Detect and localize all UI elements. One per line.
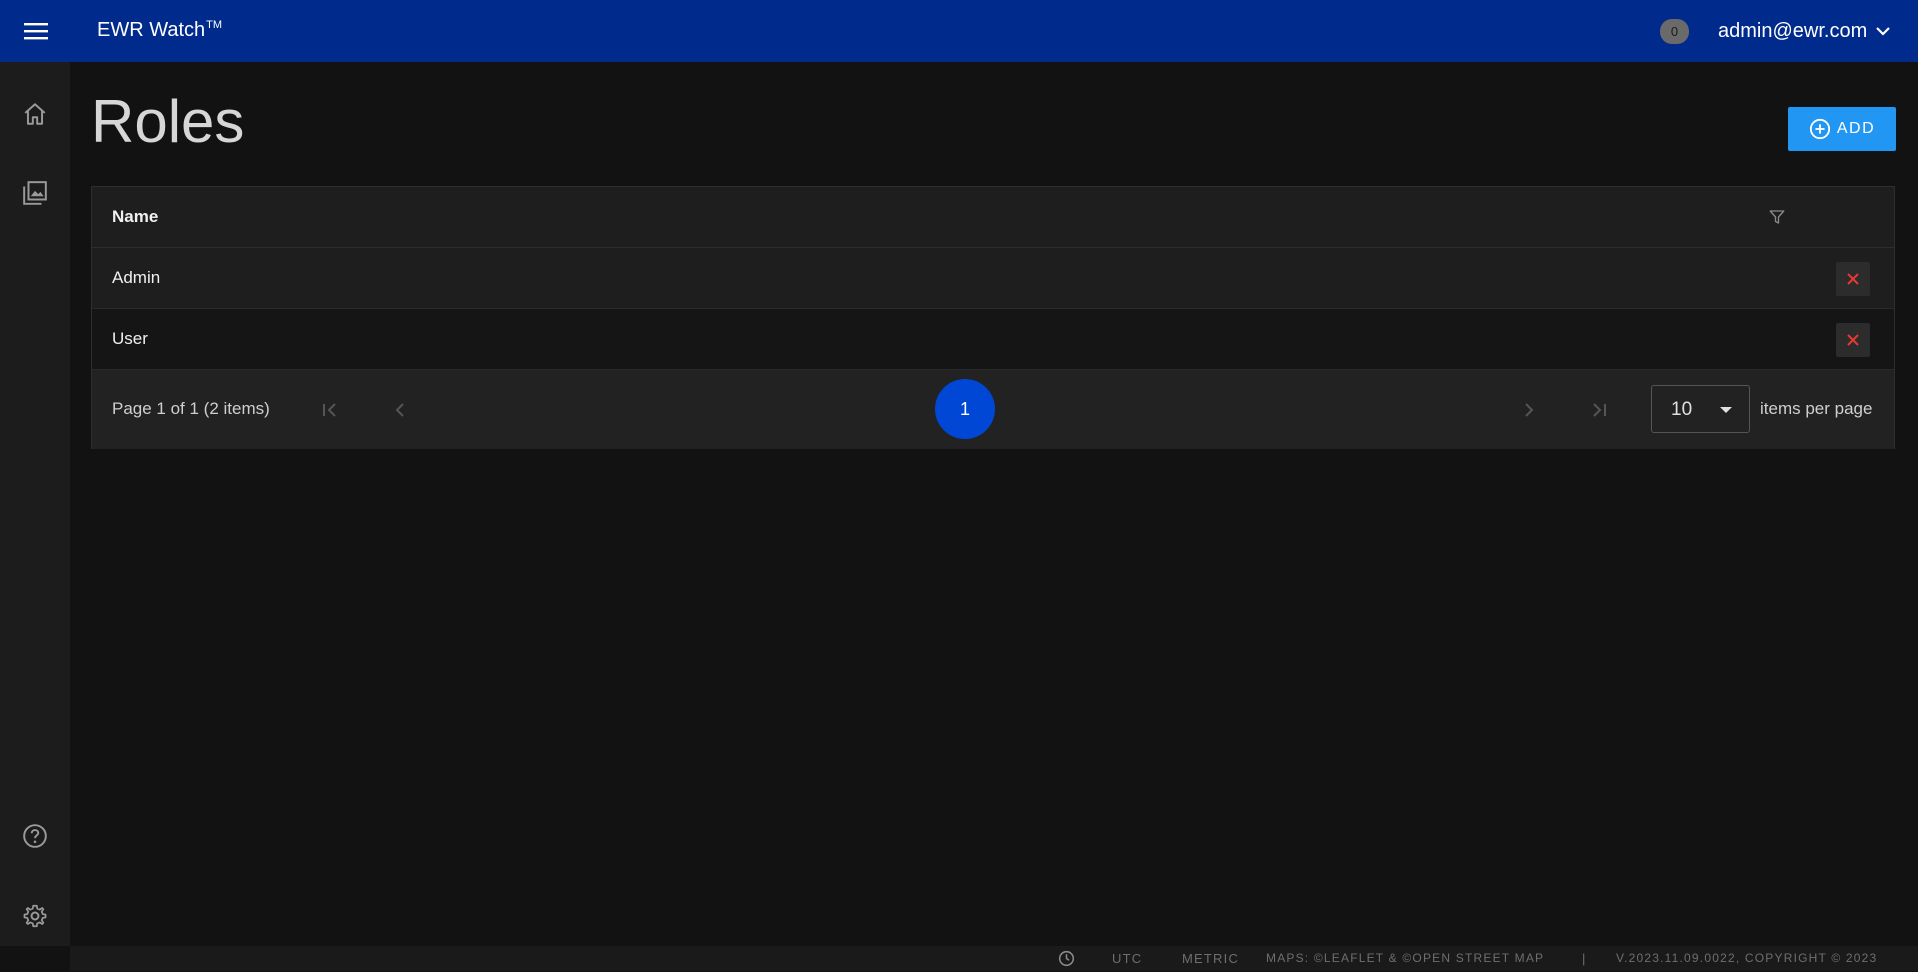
help-icon[interactable] — [19, 820, 51, 852]
last-page-icon[interactable] — [1585, 396, 1613, 424]
home-icon[interactable] — [19, 98, 51, 130]
caret-down-icon — [1719, 406, 1733, 414]
close-icon — [1846, 272, 1860, 286]
page-title: Roles — [91, 88, 245, 155]
pager-info: Page 1 of 1 (2 items) — [112, 399, 270, 418]
table-row[interactable]: Admin — [92, 248, 1894, 309]
hamburger-menu-icon[interactable] — [20, 17, 52, 45]
image-gallery-icon[interactable] — [19, 177, 51, 209]
app-name: EWR Watch — [97, 19, 206, 41]
units-toggle[interactable]: METRIC — [1182, 951, 1239, 966]
delete-button[interactable] — [1836, 323, 1870, 357]
footer-separator: | — [1582, 951, 1587, 966]
chevron-down-icon — [1875, 25, 1891, 37]
delete-button[interactable] — [1836, 262, 1870, 296]
version-copyright: V.2023.11.09.0022, COPYRIGHT © 2023 — [1616, 951, 1878, 965]
next-page-icon[interactable] — [1515, 396, 1543, 424]
items-per-page-label: items per page — [1760, 399, 1873, 418]
user-email: admin@ewr.com — [1718, 19, 1868, 42]
add-button-label: ADD — [1836, 120, 1876, 137]
column-header-name[interactable]: Name — [112, 207, 158, 227]
maps-credit: MAPS: ©LEAFLET & ©OPEN STREET MAP — [1266, 951, 1545, 965]
sidebar — [0, 62, 70, 946]
add-role-button[interactable]: ADD — [1788, 107, 1896, 151]
gear-icon[interactable] — [19, 900, 51, 932]
first-page-icon[interactable] — [316, 396, 344, 424]
previous-page-icon[interactable] — [386, 396, 414, 424]
top-app-bar: EWR WatchTM 0 admin@ewr.com — [0, 0, 1918, 62]
page-size-value: 10 — [1671, 399, 1693, 420]
role-name-cell: User — [112, 329, 148, 348]
page-number-button[interactable]: 1 — [935, 379, 995, 439]
clock-icon[interactable] — [1058, 950, 1075, 967]
add-circle-icon — [1809, 118, 1831, 140]
notification-badge[interactable]: 0 — [1660, 19, 1689, 44]
close-icon — [1846, 333, 1860, 347]
timezone-toggle[interactable]: UTC — [1112, 951, 1142, 966]
app-title: EWR WatchTM — [97, 19, 222, 42]
user-menu[interactable]: admin@ewr.com — [1718, 17, 1891, 45]
page-size-select[interactable]: 10 — [1651, 385, 1750, 433]
trademark-mark: TM — [206, 19, 223, 32]
pager: Page 1 of 1 (2 items) 1 10 items per pag… — [92, 370, 1894, 449]
role-name-cell: Admin — [112, 268, 161, 287]
table-row[interactable]: User — [92, 309, 1894, 370]
grid-header: Name — [92, 187, 1894, 248]
status-footer: UTC METRIC MAPS: ©LEAFLET & ©OPEN STREET… — [70, 946, 1918, 971]
roles-grid: Name Admin User Page 1 of 1 (2 items) 1 — [91, 186, 1895, 449]
filter-icon[interactable] — [1765, 205, 1789, 229]
